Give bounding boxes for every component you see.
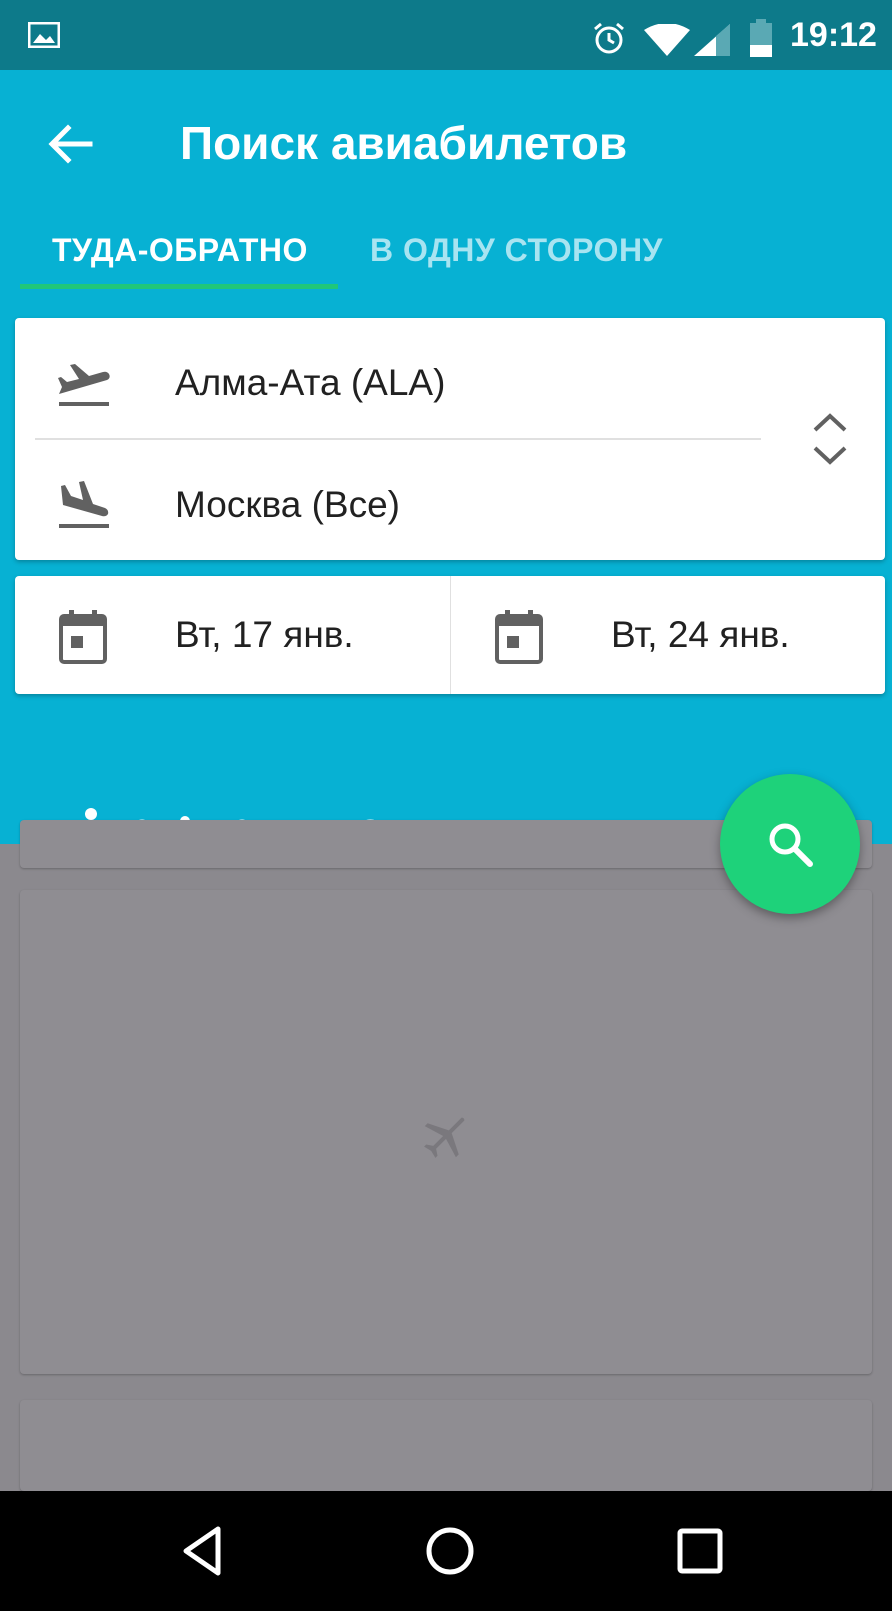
tab-one-way[interactable]: В ОДНУ СТОРОНУ	[370, 232, 663, 269]
search-icon	[769, 823, 813, 867]
calendar-icon	[59, 610, 107, 664]
return-date-field[interactable]: Вт, 24 янв.	[451, 576, 885, 694]
date-card: Вт, 17 янв. Вт, 24 янв.	[15, 576, 885, 694]
takeoff-icon	[58, 364, 110, 406]
gallery-icon	[28, 22, 60, 48]
alarm-icon	[594, 22, 624, 54]
nav-home-icon[interactable]	[420, 1521, 480, 1581]
swap-icon[interactable]	[805, 408, 855, 470]
tab-indicator	[20, 284, 338, 289]
wifi-icon	[644, 24, 690, 56]
placeholder-card	[20, 1400, 872, 1491]
battery-icon	[750, 19, 772, 57]
system-nav-bar	[0, 1491, 892, 1611]
nav-recents-icon[interactable]	[670, 1521, 730, 1581]
origin-field[interactable]: Алма-Ата (ALA)	[15, 328, 775, 438]
search-button[interactable]	[720, 774, 860, 914]
destination-city: Москва (Все)	[175, 484, 400, 525]
back-arrow-icon[interactable]	[44, 118, 96, 170]
signal-icon	[694, 24, 730, 56]
calendar-icon	[495, 610, 543, 664]
depart-date-field[interactable]: Вт, 17 янв.	[15, 576, 449, 694]
depart-date: Вт, 17 янв.	[175, 614, 354, 655]
destination-field[interactable]: Москва (Все)	[15, 450, 775, 560]
status-bar: 19:12	[0, 0, 892, 70]
plane-icon	[424, 1117, 465, 1158]
route-divider	[35, 438, 761, 440]
origin-city: Алма-Ата (ALA)	[175, 362, 446, 403]
status-time: 19:12	[790, 16, 877, 54]
route-card: Алма-Ата (ALA) Москва (Все)	[15, 318, 885, 560]
page-title: Поиск авиабилетов	[180, 117, 628, 169]
landing-icon	[59, 481, 109, 528]
tab-round-trip[interactable]: ТУДА-ОБРАТНО	[52, 232, 308, 269]
return-date: Вт, 24 янв.	[611, 614, 790, 655]
nav-back-icon[interactable]	[172, 1521, 232, 1581]
